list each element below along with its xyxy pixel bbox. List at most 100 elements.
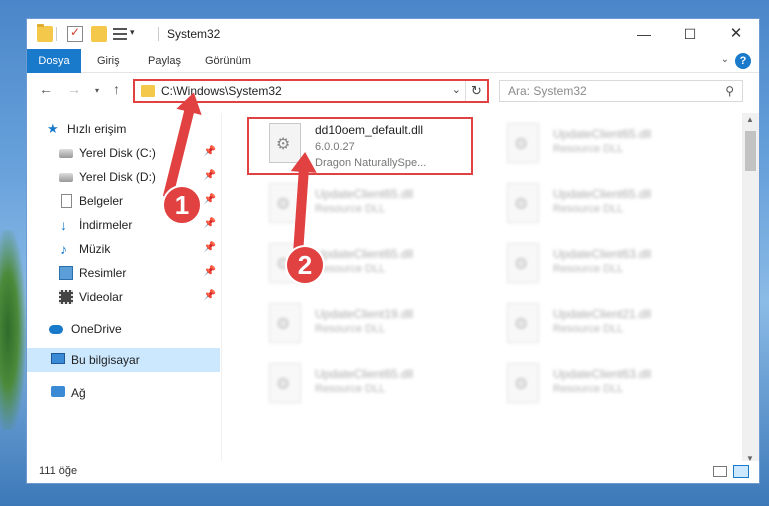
navigation-pane: ★ Hızlı erişim Yerel Disk (C:) 📌 Yerel D… bbox=[27, 113, 222, 463]
sidebar-item-label: OneDrive bbox=[71, 322, 122, 336]
sidebar-item-label: Ağ bbox=[71, 386, 86, 400]
cloud-icon bbox=[49, 325, 63, 334]
refresh-icon[interactable]: ↻ bbox=[465, 81, 487, 101]
details-view-icon[interactable] bbox=[713, 466, 727, 477]
file-item[interactable]: UpdateClient65.dll Resource DLL bbox=[485, 117, 715, 175]
dll-file-icon bbox=[507, 363, 539, 403]
file-description: Resource DLL bbox=[553, 203, 624, 215]
file-name: UpdateClient63.dll bbox=[553, 367, 652, 381]
sidebar-item-label: Belgeler bbox=[79, 194, 124, 208]
folder-icon bbox=[37, 24, 53, 42]
file-description: Resource DLL bbox=[553, 143, 624, 155]
file-name: UpdateClient65.dll bbox=[553, 187, 652, 201]
tab-file[interactable]: Dosya bbox=[27, 49, 81, 73]
dll-file-icon bbox=[269, 303, 301, 343]
large-icons-view-icon[interactable] bbox=[733, 465, 749, 478]
file-item[interactable]: UpdateClient65.dll Resource DLL bbox=[485, 177, 715, 235]
sidebar-item-label: Bu bilgisayar bbox=[71, 353, 140, 367]
star-icon: ★ bbox=[47, 121, 59, 136]
pin-icon[interactable]: 📌 bbox=[204, 146, 216, 157]
folder-icon bbox=[141, 85, 155, 97]
recent-locations-chevron-icon[interactable]: ▾ bbox=[95, 86, 99, 95]
properties-icon[interactable] bbox=[67, 25, 83, 42]
file-description: Resource DLL bbox=[553, 383, 624, 395]
file-name: UpdateClient65.dll bbox=[553, 127, 652, 141]
forward-arrow-icon[interactable]: → bbox=[67, 81, 81, 97]
scroll-up-arrow-icon[interactable]: ▲ bbox=[746, 115, 754, 124]
pin-icon[interactable]: 📌 bbox=[204, 194, 216, 205]
customize-toolbar-dropdown-icon[interactable]: ▾ bbox=[130, 27, 135, 38]
pictures-icon bbox=[59, 266, 73, 280]
file-name: UpdateClient65.dll bbox=[315, 187, 414, 201]
file-item[interactable]: UpdateClient19.dll Resource DLL bbox=[247, 297, 477, 355]
help-icon[interactable]: ? bbox=[735, 53, 751, 69]
sidebar-item-pictures[interactable]: Resimler 📌 bbox=[27, 261, 220, 285]
file-name: UpdateClient65.dll bbox=[315, 247, 414, 261]
address-history-chevron-icon[interactable]: ⌄ bbox=[452, 83, 461, 96]
scrollbar-thumb[interactable] bbox=[745, 131, 756, 171]
toolbar-divider bbox=[158, 27, 159, 41]
maximize-button[interactable]: ☐ bbox=[667, 19, 713, 49]
title-bar: ▾ System32 — ☐ ✕ bbox=[27, 19, 759, 49]
sidebar-item-network[interactable]: Ağ bbox=[27, 381, 220, 405]
sidebar-item-label: Yerel Disk (D:) bbox=[79, 170, 156, 184]
file-name: UpdateClient21.dll bbox=[553, 307, 652, 321]
file-item[interactable]: UpdateClient63.dll Resource DLL bbox=[485, 357, 715, 415]
view-options-icon[interactable] bbox=[113, 28, 127, 40]
sidebar-item-label: İndirmeler bbox=[79, 218, 133, 232]
back-arrow-icon[interactable]: ← bbox=[39, 81, 53, 97]
tab-view[interactable]: Görünüm bbox=[205, 49, 251, 73]
navigation-row: ← → ▾ ↑ C:\Windows\System32 ⌄ ↻ Ara: Sys… bbox=[27, 77, 759, 107]
dll-file-icon bbox=[507, 243, 539, 283]
background-foliage bbox=[0, 230, 26, 430]
network-icon bbox=[51, 386, 65, 397]
file-item[interactable]: UpdateClient65.dll Resource DLL bbox=[247, 237, 477, 295]
file-description: Resource DLL bbox=[315, 263, 386, 275]
file-item[interactable]: UpdateClient63.dll Resource DLL bbox=[485, 237, 715, 295]
file-description: Resource DLL bbox=[553, 323, 624, 335]
window-title: System32 bbox=[167, 27, 221, 41]
sidebar-item-label: Hızlı erişim bbox=[67, 122, 127, 136]
sidebar-item-label: Müzik bbox=[79, 242, 111, 256]
dll-file-icon bbox=[507, 303, 539, 343]
vertical-scrollbar[interactable]: ▲ ▼ bbox=[742, 113, 759, 465]
file-name: UpdateClient63.dll bbox=[553, 247, 652, 261]
file-item[interactable]: UpdateClient21.dll Resource DLL bbox=[485, 297, 715, 355]
sidebar-item-onedrive[interactable]: OneDrive bbox=[27, 317, 220, 341]
drive-icon bbox=[59, 149, 73, 158]
sidebar-item-local-disk-c[interactable]: Yerel Disk (C:) 📌 bbox=[27, 141, 220, 165]
file-name: UpdateClient19.dll bbox=[315, 307, 414, 321]
sidebar-item-this-pc[interactable]: Bu bilgisayar bbox=[27, 348, 220, 372]
file-explorer-window: ▾ System32 — ☐ ✕ Dosya Giriş Paylaş Görü… bbox=[26, 18, 760, 484]
sidebar-item-videos[interactable]: Videolar 📌 bbox=[27, 285, 220, 309]
file-description: Resource DLL bbox=[315, 383, 386, 395]
tab-share[interactable]: Paylaş bbox=[148, 49, 181, 73]
search-input[interactable]: Ara: System32 ⚲ bbox=[499, 80, 743, 102]
file-item[interactable]: UpdateClient65.dll Resource DLL bbox=[247, 177, 477, 235]
pin-icon[interactable]: 📌 bbox=[204, 218, 216, 229]
pin-icon[interactable]: 📌 bbox=[204, 266, 216, 277]
download-icon: ↓ bbox=[60, 217, 67, 233]
sidebar-item-label: Yerel Disk (C:) bbox=[79, 146, 156, 160]
sidebar-item-label: Videolar bbox=[79, 290, 123, 304]
video-icon bbox=[59, 290, 73, 304]
minimize-button[interactable]: — bbox=[621, 19, 667, 49]
dll-file-icon bbox=[507, 183, 539, 223]
search-icon[interactable]: ⚲ bbox=[725, 84, 734, 98]
file-description: Resource DLL bbox=[315, 203, 386, 215]
file-name: UpdateClient65.dll bbox=[315, 367, 414, 381]
callout-badge-one: 1 bbox=[162, 185, 202, 225]
expand-ribbon-chevron-icon[interactable]: ⌄ bbox=[721, 54, 729, 65]
highlight-box bbox=[247, 117, 473, 175]
up-arrow-icon[interactable]: ↑ bbox=[113, 81, 120, 97]
pin-icon[interactable]: 📌 bbox=[204, 242, 216, 253]
close-button[interactable]: ✕ bbox=[713, 19, 759, 49]
sidebar-item-local-disk-d[interactable]: Yerel Disk (D:) 📌 bbox=[27, 165, 220, 189]
pin-icon[interactable]: 📌 bbox=[204, 170, 216, 181]
file-item[interactable]: UpdateClient65.dll Resource DLL bbox=[247, 357, 477, 415]
pin-icon[interactable]: 📌 bbox=[204, 290, 216, 301]
sidebar-item-music[interactable]: ♪ Müzik 📌 bbox=[27, 237, 220, 261]
tab-home[interactable]: Giriş bbox=[97, 49, 120, 73]
new-folder-icon[interactable] bbox=[91, 26, 107, 42]
computer-icon bbox=[51, 353, 65, 364]
